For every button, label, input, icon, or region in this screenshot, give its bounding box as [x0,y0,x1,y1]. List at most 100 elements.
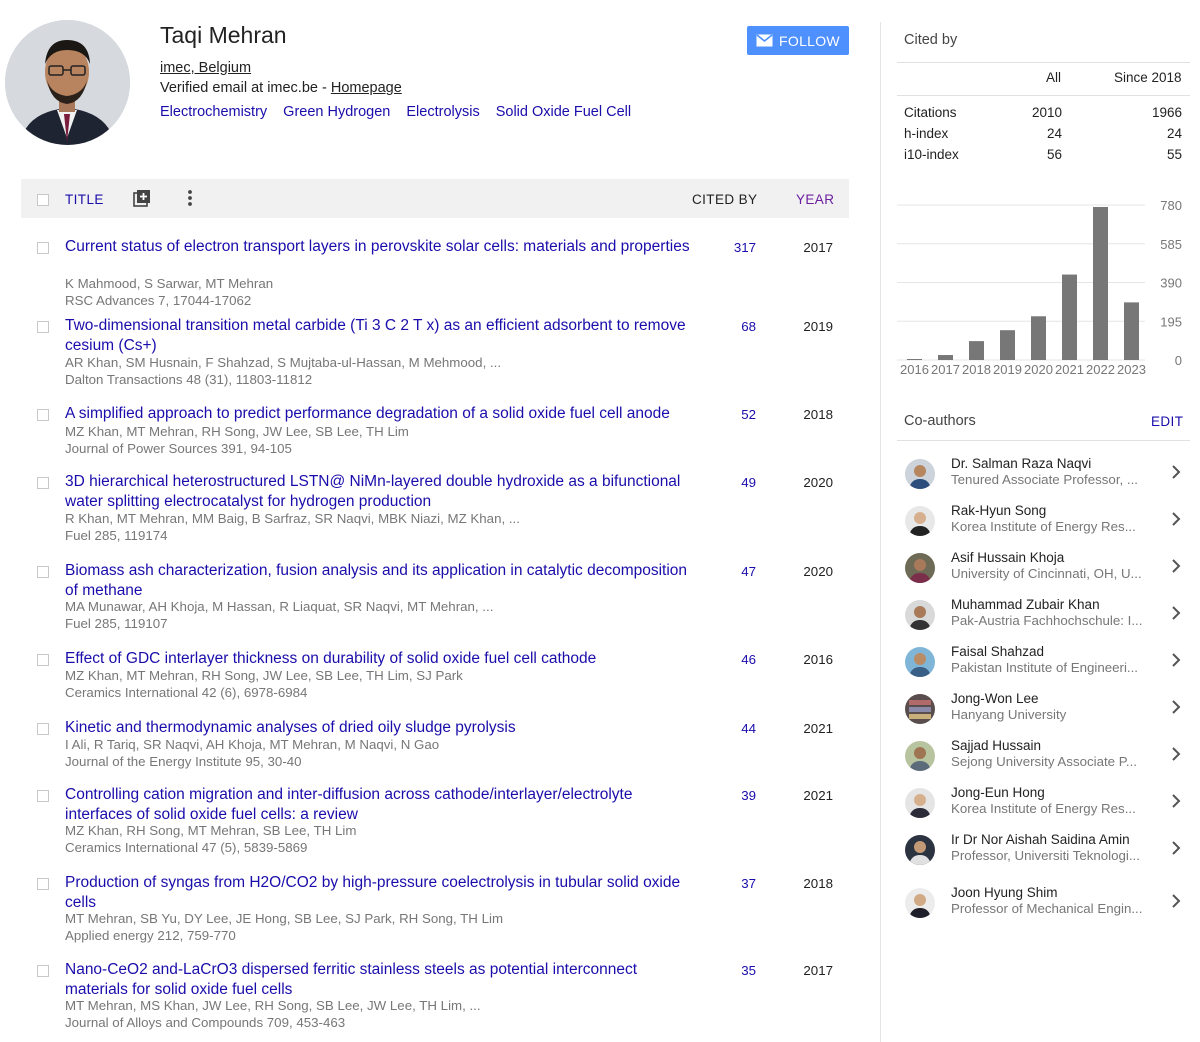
coauthor-avatar [905,600,935,630]
row-checkbox[interactable] [37,965,49,977]
coauthor-avatar [905,888,935,918]
publication-title[interactable]: 3D hierarchical heterostructured LSTN@ N… [65,472,695,511]
cited-count[interactable]: 39 [711,788,756,803]
chevron-right-icon [1172,747,1181,761]
column-since: Since 2018 [1114,70,1182,85]
publication-title[interactable]: Two-dimensional transition metal carbide… [65,316,695,355]
publication-year: 2020 [803,475,833,490]
coauthor-item[interactable]: Sajjad Hussain Sejong University Associa… [897,737,1187,777]
publication-authors: AR Khan, SM Husnain, F Shahzad, S Mujtab… [65,355,502,370]
stat-all: 2010 [1031,105,1062,120]
row-checkbox[interactable] [37,654,49,666]
stat-since: 24 [1166,126,1182,141]
row-checkbox[interactable] [37,878,49,890]
publication-venue: Applied energy 212, 759-770 [65,928,236,943]
chart-x-tick-label: 2023 [1117,362,1146,377]
chart-bar[interactable] [969,341,984,360]
coauthor-name: Rak-Hyun Song [951,503,1047,518]
chart-x-tick-label: 2016 [900,362,929,377]
interest-link[interactable]: Solid Oxide Fuel Cell [496,104,631,120]
cited-count[interactable]: 52 [711,407,756,422]
coauthor-item[interactable]: Jong-Won Lee Hanyang University [897,690,1187,730]
publication-year: 2021 [803,721,833,736]
row-checkbox[interactable] [37,566,49,578]
sort-by-title[interactable]: TITLE [65,192,104,207]
coauthor-name: Jong-Eun Hong [951,785,1045,800]
chart-x-tick-label: 2022 [1086,362,1115,377]
publication-title[interactable]: Nano-CeO2 and-LaCrO3 dispersed ferritic … [65,960,695,999]
publication-title[interactable]: Controlling cation migration and inter-d… [65,785,695,824]
citations-bar-chart: 78058539019502016 2017 2018 2019 2020 2021 202… [897,198,1182,377]
chart-x-tick-label: 2017 [931,362,960,377]
interest-link[interactable]: Electrolysis [406,104,479,120]
follow-button[interactable]: FOLLOW [747,26,849,55]
follow-label: FOLLOW [779,32,840,49]
profile-affiliation[interactable]: imec, Belgium [160,60,251,76]
chart-bar[interactable] [1124,302,1139,360]
chart-bar[interactable] [1000,330,1015,360]
publication-title[interactable]: Kinetic and thermodynamic analyses of dr… [65,718,695,738]
row-checkbox[interactable] [37,321,49,333]
row-checkbox[interactable] [37,723,49,735]
interest-link[interactable]: Electrochemistry [160,104,267,120]
row-checkbox[interactable] [37,790,49,802]
chart-bar[interactable] [907,359,922,360]
coauthor-affiliation: Pakistan Institute of Engineeri... [951,660,1139,675]
coauthor-affiliation: University of Cincinnati, OH, U... [951,566,1142,581]
chart-x-tick-label: 2021 [1055,362,1084,377]
publication-title[interactable]: A simplified approach to predict perform… [65,404,695,424]
publication-title[interactable]: Effect of GDC interlayer thickness on du… [65,649,695,669]
profile-name: Taqi Mehran [160,22,287,48]
column-all: All [1046,70,1062,85]
cited-count[interactable]: 49 [711,475,756,490]
coauthor-item[interactable]: Rak-Hyun Song Korea Institute of Energy … [897,502,1187,542]
cited-count[interactable]: 47 [711,564,756,579]
coauthor-avatar [905,553,935,583]
coauthor-item[interactable]: Ir Dr Nor Aishah Saidina Amin Professor,… [897,831,1187,871]
publication-year: 2017 [803,240,833,255]
cited-count[interactable]: 44 [711,721,756,736]
coauthor-item[interactable]: Muhammad Zubair Khan Pak-Austria Fachhoc… [897,596,1187,636]
publication-title[interactable]: Production of syngas from H2O/CO2 by hig… [65,873,695,912]
row-checkbox[interactable] [37,242,49,254]
sort-by-year[interactable]: YEAR [796,192,834,207]
row-checkbox[interactable] [37,477,49,489]
divider [897,440,1190,441]
cited-count[interactable]: 317 [711,240,756,255]
publication-title[interactable]: Current status of electron transport lay… [65,237,695,257]
chevron-right-icon [1172,512,1181,526]
publication-title[interactable]: Biomass ash characterization, fusion ana… [65,561,695,600]
chart-y-tick-label: 0 [1175,353,1182,368]
coauthor-item[interactable]: Jong-Eun Hong Korea Institute of Energy … [897,784,1187,824]
chevron-right-icon [1172,559,1181,573]
publication-meta: MZ Khan, RH Song, MT Mehran, SB Lee, TH … [65,822,685,856]
select-all-checkbox[interactable] [37,194,49,206]
profile-photo [5,20,130,145]
cited-count[interactable]: 35 [711,963,756,978]
sort-by-cited[interactable]: CITED BY [692,192,757,207]
coauthor-name: Sajjad Hussain [951,738,1042,753]
chart-bar[interactable] [938,355,953,360]
publication-venue: Fuel 285, 119107 [65,616,168,631]
interest-link[interactable]: Green Hydrogen [283,104,390,120]
cited-count[interactable]: 68 [711,319,756,334]
chart-bar[interactable] [1062,274,1077,360]
stat-since: 1966 [1151,105,1182,120]
edit-coauthors-button[interactable]: EDIT [1151,414,1183,429]
cited-count[interactable]: 46 [711,652,756,667]
coauthor-item[interactable]: Asif Hussain Khoja University of Cincinn… [897,549,1187,589]
coauthor-item[interactable]: Dr. Salman Raza Naqvi Tenured Associate … [897,455,1187,495]
coauthor-item[interactable]: Joon Hyung Shim Professor of Mechanical … [897,884,1187,924]
cited-count[interactable]: 37 [711,876,756,891]
add-article-icon[interactable] [133,189,151,207]
homepage-link[interactable]: Homepage [331,80,402,96]
publication-year: 2020 [803,564,833,579]
more-options-icon[interactable] [187,189,193,207]
coauthor-affiliation: Korea Institute of Energy Res... [951,801,1136,816]
chart-bar[interactable] [1093,206,1108,360]
coauthor-item[interactable]: Faisal Shahzad Pakistan Institute of Eng… [897,643,1187,683]
publication-authors: MZ Khan, MT Mehran, RH Song, JW Lee, SB … [65,668,463,683]
row-checkbox[interactable] [37,409,49,421]
research-interests: Electrochemistry Green Hydrogen Electrol… [160,104,631,120]
chart-bar[interactable] [1031,316,1046,360]
